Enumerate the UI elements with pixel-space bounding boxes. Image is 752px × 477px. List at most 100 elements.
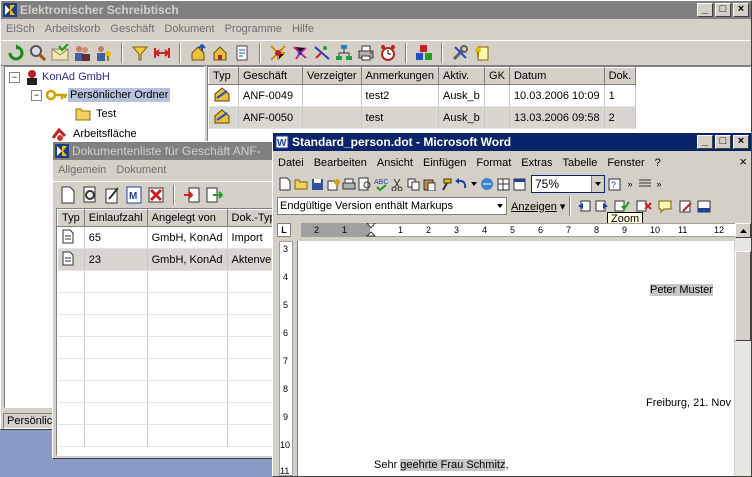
reviewing-pane-icon[interactable] (695, 195, 713, 217)
minimize-button[interactable]: _ (697, 135, 713, 149)
maximize-button[interactable]: □ (715, 3, 731, 17)
menu-ansicht[interactable]: Ansicht (372, 157, 418, 169)
table-row[interactable]: 23 GmbH, KonAd Aktenver (57, 248, 281, 271)
column-header-datum[interactable]: Datum (508, 67, 605, 85)
alarm-clock-icon[interactable] (377, 42, 399, 64)
scroll-up-button[interactable] (735, 223, 751, 238)
indent-marker-icon[interactable] (366, 223, 376, 237)
menu-hilfe[interactable]: Hilfe (287, 23, 319, 35)
menu-fenster[interactable]: Fenster (602, 157, 649, 169)
scan-document-icon[interactable] (79, 184, 101, 206)
column-header-angelegt-von[interactable]: Angelegt von (146, 209, 228, 227)
vertical-ruler[interactable]: 3 4 5 6 7 8 9 10 11 (279, 241, 293, 476)
menu-tabelle[interactable]: Tabelle (557, 157, 602, 169)
table-row[interactable]: ANF-0050 test Ausk_b 13.03.2006 09:58 2 (208, 106, 637, 129)
users-icon[interactable] (71, 42, 93, 64)
permission-icon[interactable] (325, 173, 341, 195)
tree-subfolder-test[interactable]: Test (75, 107, 118, 121)
expand-width-icon[interactable] (151, 42, 173, 64)
menu-extras[interactable]: Extras (516, 157, 557, 169)
delete-document-icon[interactable] (145, 184, 167, 206)
menu-dokument[interactable]: Dokument (111, 164, 171, 176)
track-changes-icon[interactable] (677, 195, 695, 217)
paste-icon[interactable] (421, 173, 437, 195)
main-titlebar[interactable]: Elektronischer Schreibtisch _ □ × (1, 1, 751, 19)
new-comment-icon[interactable] (655, 195, 677, 217)
menu-eisch[interactable]: EiSch (1, 23, 40, 35)
column-header-typ[interactable]: Typ (57, 209, 85, 227)
hyperlink-icon[interactable] (479, 173, 495, 195)
zoom-combobox[interactable]: 75% (531, 175, 605, 193)
zoom-dropdown-arrow-icon[interactable] (591, 176, 604, 192)
open-icon[interactable] (293, 173, 309, 195)
new-icon[interactable] (277, 173, 293, 195)
column-header-einlaufzahl[interactable]: Einlaufzahl (83, 209, 148, 227)
column-header-geschaeft[interactable]: Geschäft (238, 67, 303, 85)
close-document-button[interactable]: × (739, 154, 747, 169)
save-icon[interactable] (309, 173, 325, 195)
network-x-icon[interactable] (311, 42, 333, 64)
previous-change-icon[interactable] (575, 195, 593, 217)
menu-einfuegen[interactable]: Einfügen (418, 157, 471, 169)
menu-format[interactable]: Format (471, 157, 516, 169)
minimize-button[interactable]: _ (697, 3, 713, 17)
horizontal-ruler[interactable]: 2 1 1 2 3 4 5 6 7 8 9 10 11 12 (301, 223, 741, 237)
menu-allgemein[interactable]: Allgemein (53, 164, 111, 176)
show-markup-button[interactable]: Anzeigen ▾ (511, 200, 565, 213)
house-up-icon[interactable] (187, 42, 209, 64)
insert-table-icon[interactable] (511, 173, 527, 195)
filter-icon[interactable] (129, 42, 151, 64)
table-row[interactable]: ANF-0049 test2 Ausk_b 10.03.2006 10:09 1 (208, 84, 637, 107)
document-icon[interactable] (231, 42, 253, 64)
menu-arbeitskorb[interactable]: Arbeitskorb (40, 23, 106, 35)
column-header-anmerkungen[interactable]: Anmerkungen (360, 67, 440, 85)
salutation[interactable]: Sehr geehrte Frau Schmitz, (374, 459, 509, 471)
spelling-icon[interactable]: ABC (373, 173, 389, 195)
menu-help[interactable]: ? (650, 157, 666, 169)
tables-borders-icon[interactable] (495, 173, 511, 195)
align-icon[interactable] (637, 173, 653, 195)
help-icon[interactable]: ? (605, 173, 623, 195)
column-header-typ[interactable]: Typ (208, 67, 239, 85)
mail-check-icon[interactable] (49, 42, 71, 64)
column-header-verzeigter[interactable]: Verzeigter (302, 67, 362, 85)
print-preview-icon[interactable] (357, 173, 373, 195)
dropdown-arrow-icon[interactable] (469, 173, 479, 195)
markup-dropdown-arrow-icon[interactable] (494, 204, 506, 208)
column-header-gk[interactable]: GK (484, 67, 510, 85)
format-painter-icon[interactable] (437, 173, 453, 195)
search-icon[interactable] (27, 42, 49, 64)
new-document-icon[interactable] (57, 184, 79, 206)
sender-name[interactable]: Peter Muster (650, 284, 713, 296)
print-icon[interactable] (341, 173, 357, 195)
tree-folder-personal[interactable]: − Persönlicher Ordner (31, 88, 171, 102)
collapse-icon[interactable]: − (9, 71, 20, 83)
ruler-tab-selector[interactable]: L (277, 223, 291, 237)
export-document-icon[interactable] (203, 184, 225, 206)
column-header-dok[interactable]: Dok. (603, 67, 637, 85)
toolbar-options-icon[interactable]: » (653, 173, 665, 195)
collapse-icon[interactable]: − (31, 89, 42, 101)
menu-datei[interactable]: Datei (273, 157, 309, 169)
refresh-icon[interactable] (5, 42, 27, 64)
cubes-icon[interactable] (413, 42, 435, 64)
tree-root[interactable]: − KonAd GmbH (9, 69, 112, 85)
word-titlebar[interactable]: W Standard_person.dot - Microsoft Word _… (273, 133, 751, 151)
column-header-aktiv[interactable]: Aktiv. (438, 67, 486, 85)
close-button[interactable]: × (733, 3, 749, 17)
printer-icon[interactable] (355, 42, 377, 64)
users-key-icon[interactable] (93, 42, 115, 64)
note-key-icon[interactable] (471, 42, 493, 64)
tree-worksurface[interactable]: Arbeitsfläche (51, 126, 139, 142)
cut-icon[interactable] (389, 173, 405, 195)
vertical-scrollbar[interactable] (735, 223, 751, 476)
doclist-titlebar[interactable]: Dokumentenliste für Geschäft ANF- (53, 142, 281, 160)
house-icon[interactable] (209, 42, 231, 64)
undo-icon[interactable] (453, 173, 469, 195)
scroll-thumb[interactable] (735, 251, 751, 341)
toolbar-options-icon[interactable]: » (623, 173, 637, 195)
word-document-icon[interactable]: M (123, 184, 145, 206)
network-icon[interactable] (289, 42, 311, 64)
close-button[interactable]: × (733, 135, 749, 149)
date-line[interactable]: Freiburg, 21. Nov (646, 397, 731, 409)
